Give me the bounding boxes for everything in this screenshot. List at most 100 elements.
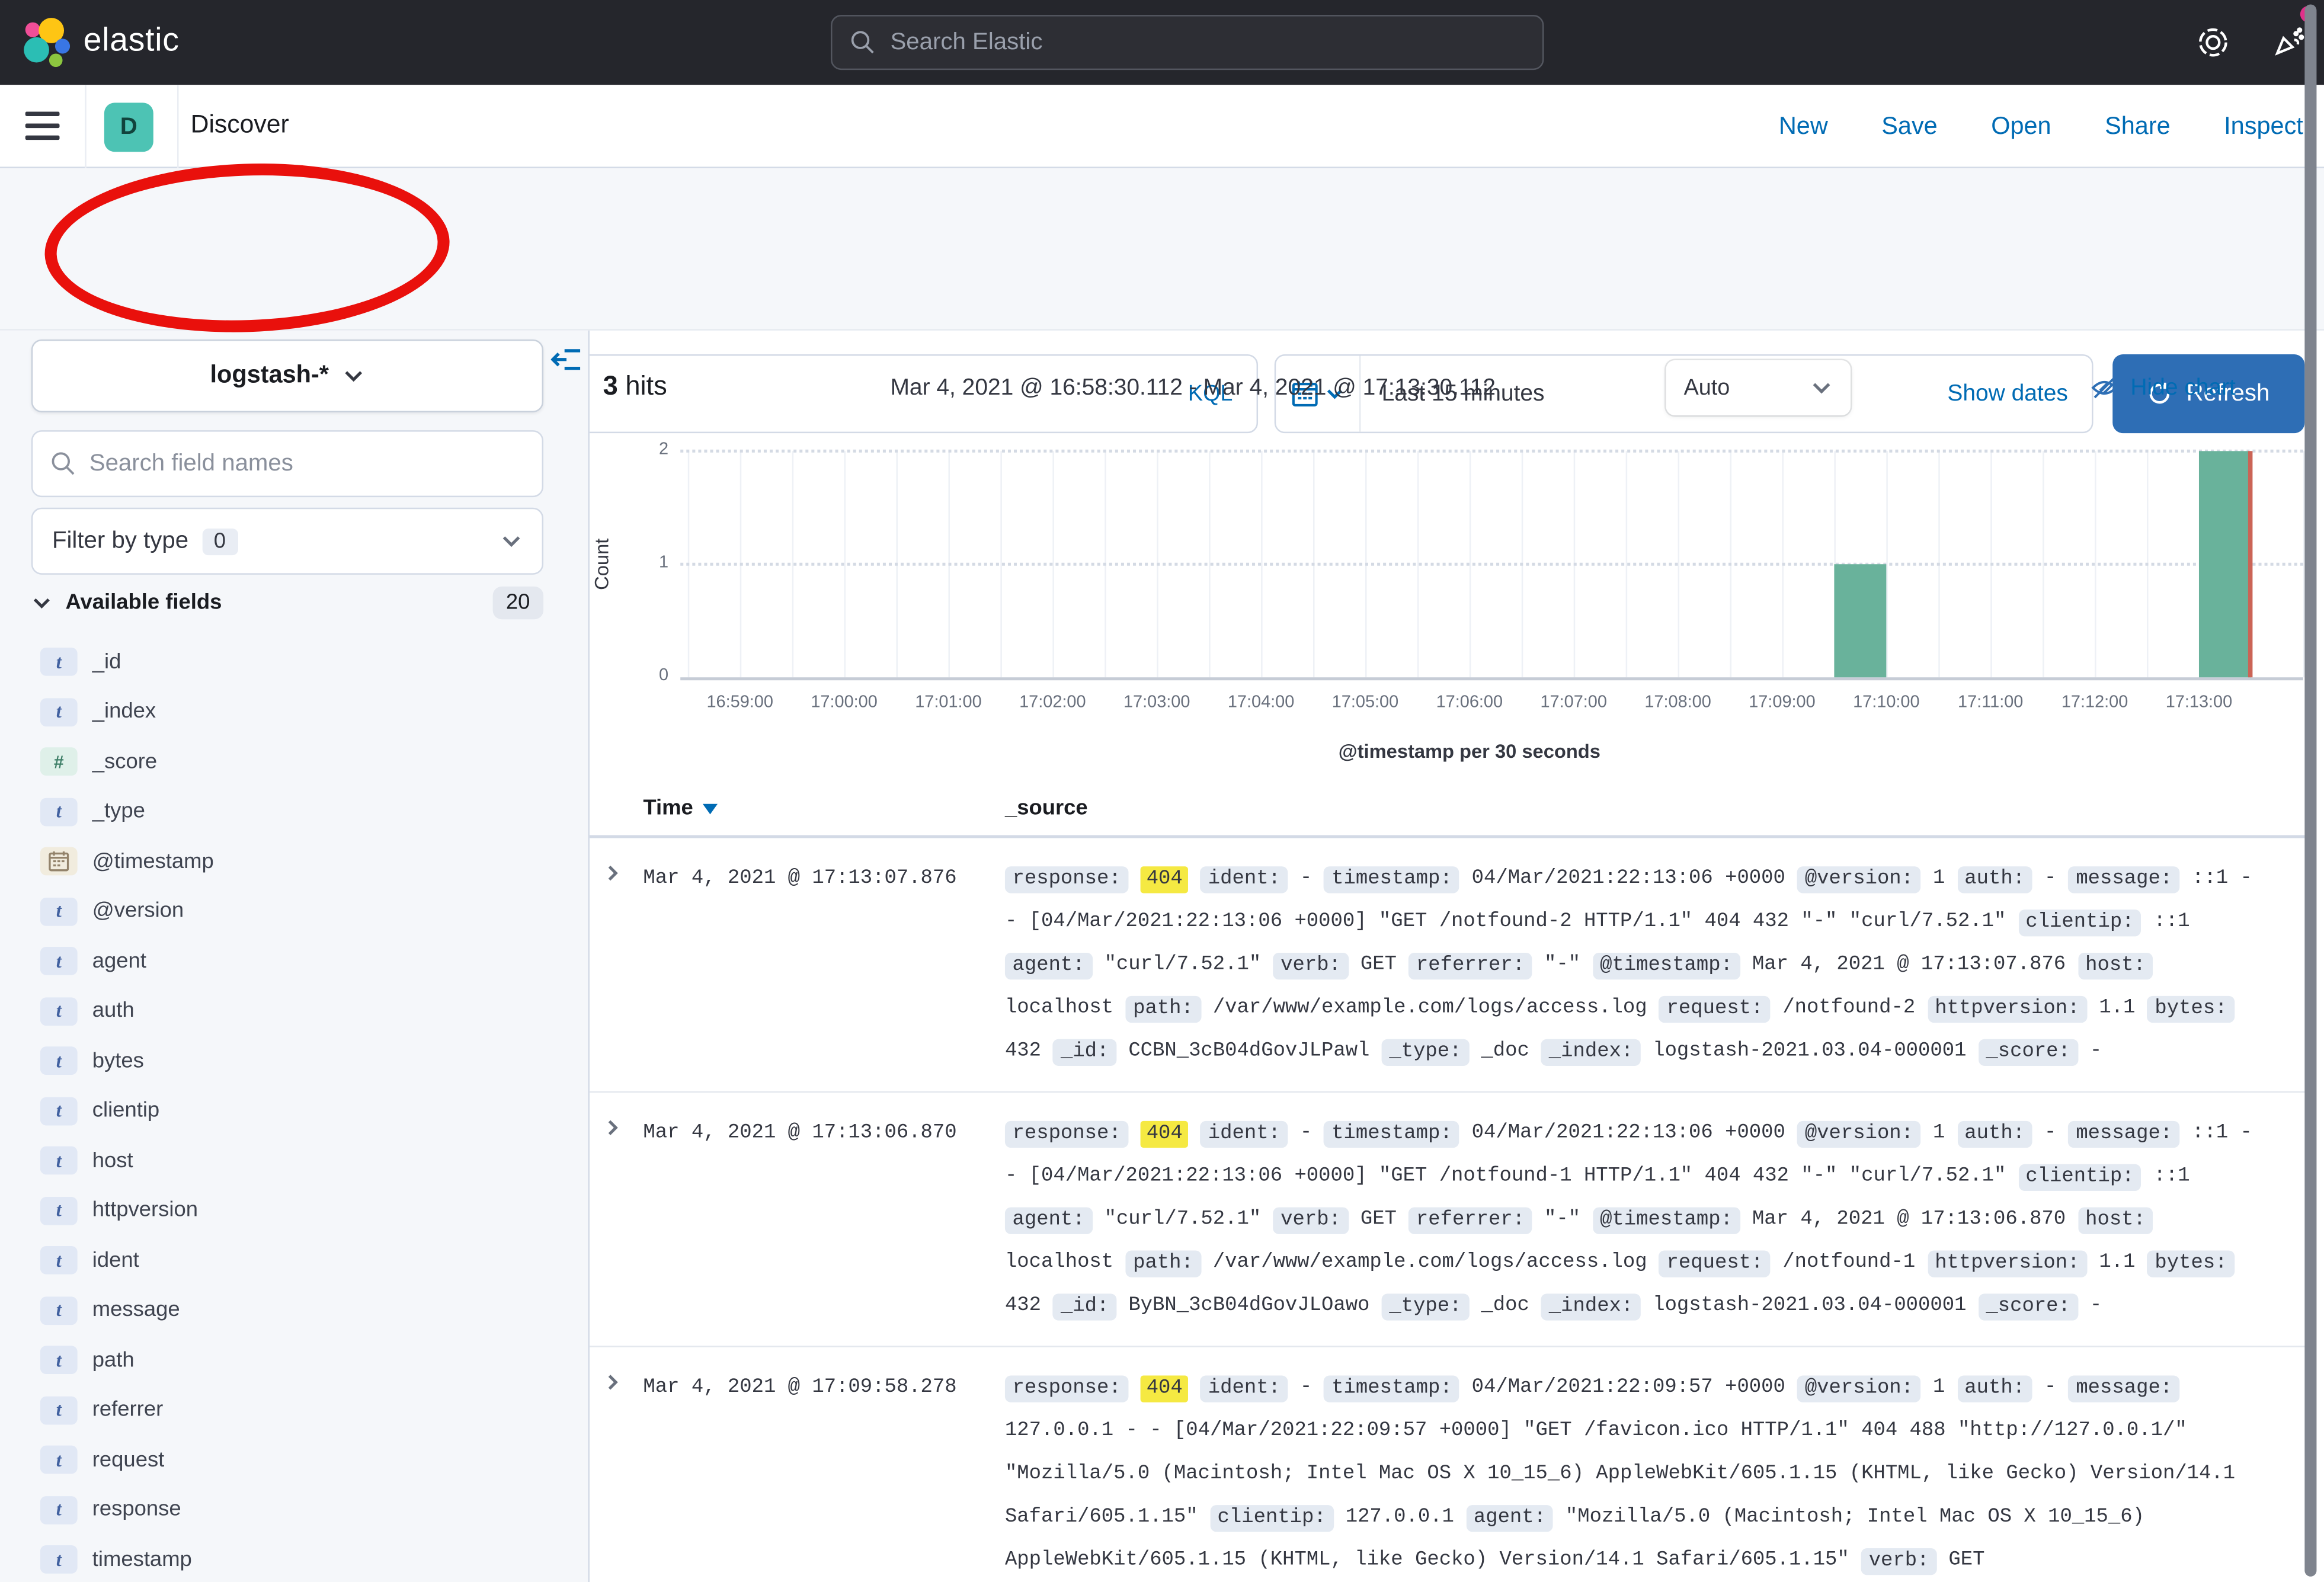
menu-icon[interactable] [25,111,60,140]
field-key-chip: auth: [1957,1375,2032,1401]
table-row: Mar 4, 2021 @ 17:13:06.870response: 404 … [590,1093,2309,1347]
field-value: "curl/7.52.1" [1105,1209,1262,1231]
field-item-response[interactable]: tresponse [0,1485,590,1535]
field-value: "curl/7.52.1" [1105,955,1262,977]
field-key-chip: referrer: [1409,952,1532,979]
text-field-icon: t [40,1097,78,1125]
field-key-chip: clientip: [1210,1504,1333,1531]
field-item-type[interactable]: t_type [0,787,590,837]
field-item-version[interactable]: t@version [0,886,590,936]
field-value: ::1 [2153,1165,2189,1188]
chart-gridline [2095,451,2096,677]
collapse-sidebar-icon[interactable] [551,344,582,382]
expand-row-icon[interactable] [603,857,644,890]
field-key-chip: verb: [1861,1548,1936,1574]
x-tick-label: 17:02:00 [1019,694,1086,712]
sort-descending-icon [702,803,717,814]
field-key-chip: agent: [1005,1206,1092,1233]
field-key-chip: timestamp: [1324,1120,1460,1147]
field-item-auth[interactable]: tauth [0,987,590,1036]
y-tick-label: 2 [639,441,668,459]
filter-by-type-label: Filter by type [52,528,188,555]
field-key-chip: request: [1659,995,1771,1022]
filter-by-type-select[interactable]: Filter by type 0 [31,508,543,575]
row-source: response: 404 ident: - timestamp: 04/Mar… [1005,857,2274,1073]
show-dates-button[interactable]: Show dates [1947,380,2092,407]
hide-chart-button[interactable]: Hide chart [2091,374,2236,402]
vertical-scrollbar[interactable] [2304,5,2316,1577]
chart-gridline [1626,451,1628,677]
field-item-clientip[interactable]: tclientip [0,1086,590,1136]
field-item-id[interactable]: t_id [0,637,590,687]
chart-gridline [1417,451,1419,677]
help-icon[interactable] [2196,25,2230,67]
expand-row-icon[interactable] [603,1366,644,1399]
index-pattern-select[interactable]: logstash-* [31,340,543,412]
save-button[interactable]: Save [1881,113,1937,141]
field-key-chip: _type: [1382,1038,1469,1065]
chart-gridline [1990,451,1992,677]
chart-gridline [2251,451,2253,677]
new-button[interactable]: New [1779,113,1828,141]
fields-sidebar: logstash-* Search field names Filter by … [0,331,590,1582]
field-item-host[interactable]: thost [0,1136,590,1186]
global-search-input[interactable]: Search Elastic [831,15,1544,70]
column-header-time[interactable]: Time [643,796,717,820]
inspect-button[interactable]: Inspect [2224,113,2303,141]
field-key-chip: verb: [1273,1206,1349,1233]
field-item-timestamp[interactable]: ttimestamp [0,1535,590,1582]
field-key-chip: auth: [1957,866,2032,892]
hits-number: 3 [603,371,618,401]
field-value: 1 [1933,1377,1945,1400]
field-value: - [2044,1377,2056,1400]
search-icon [50,451,76,476]
histogram-bar[interactable] [1834,564,1886,677]
field-key-chip: ident: [1201,1120,1288,1147]
open-button[interactable]: Open [1991,113,2051,141]
field-item-message[interactable]: tmessage [0,1286,590,1336]
newsfeed-icon[interactable] [2272,24,2307,67]
discover-app-badge[interactable]: D [104,103,153,152]
share-button[interactable]: Share [2105,113,2171,141]
field-item-request[interactable]: trequest [0,1435,590,1485]
field-key-chip: clientip: [2018,909,2141,936]
field-key-chip: verb: [1273,952,1349,979]
field-key-chip: _score: [1979,1293,2078,1320]
field-key-chip: bytes: [2147,995,2235,1022]
elastic-logo-icon[interactable] [21,17,74,70]
highlighted-value: 404 [1141,866,1189,892]
field-value: - [2090,1040,2102,1063]
available-fields-header[interactable]: Available fields 20 [31,587,543,619]
y-tick-label: 1 [639,554,668,572]
field-name: agent [92,949,146,973]
field-item-path[interactable]: tpath [0,1336,590,1385]
text-field-icon: t [40,997,78,1026]
field-key-chip: httpversion: [1928,1250,2087,1276]
x-tick-label: 17:12:00 [2061,694,2128,712]
field-key-chip: agent: [1466,1504,1553,1531]
field-value: 04/Mar/2021:22:13:06 +0000 [1472,1122,1785,1145]
field-value: logstash-2021.03.04-000001 [1653,1040,1966,1063]
field-item-index[interactable]: t_index [0,687,590,737]
x-tick-label: 17:13:00 [2166,694,2232,712]
field-item-timestamp[interactable]: @timestamp [0,837,590,886]
field-item-ident[interactable]: tident [0,1235,590,1285]
field-search-input[interactable]: Search field names [31,430,543,497]
chart-gridline [2147,451,2149,677]
text-field-icon: t [40,1446,78,1474]
nav-actions: New Save Open Share Inspect [1779,85,2303,168]
field-item-referrer[interactable]: treferrer [0,1385,590,1435]
field-list: t_idt_index#_scoret_type@timestampt@vers… [0,637,590,1582]
chart-x-axis-label: @timestamp per 30 seconds [1339,740,1600,763]
field-item-httpversion[interactable]: thttpversion [0,1186,590,1235]
text-field-icon: t [40,1047,78,1075]
field-item-score[interactable]: #_score [0,737,590,787]
interval-select[interactable]: Auto [1666,360,1851,415]
histogram-bar[interactable] [2199,451,2251,677]
field-item-agent[interactable]: tagent [0,936,590,986]
field-value: 1.1 [2099,1252,2135,1274]
field-key-chip: httpversion: [1928,995,2087,1022]
expand-row-icon[interactable] [603,1112,644,1145]
chevron-down-icon [1810,377,1833,399]
field-item-bytes[interactable]: tbytes [0,1036,590,1086]
